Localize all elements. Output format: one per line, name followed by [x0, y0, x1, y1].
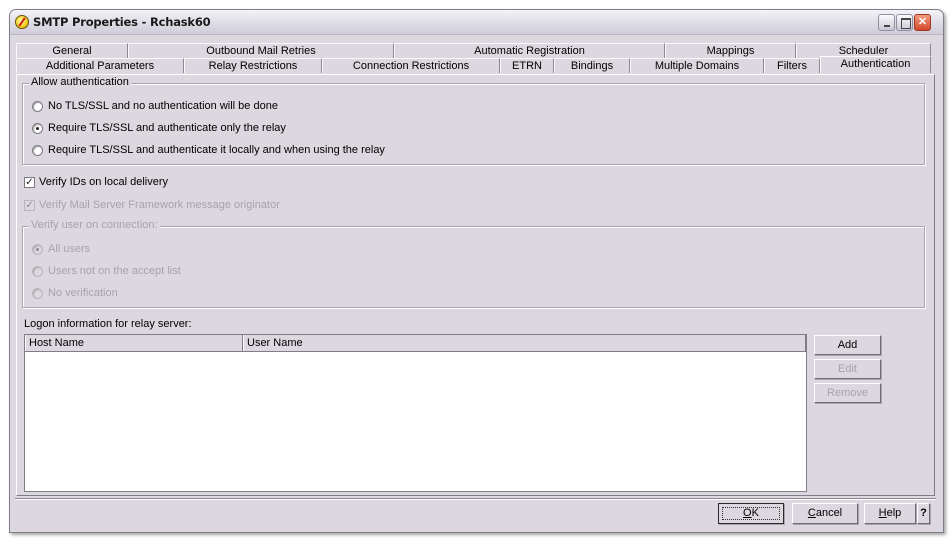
edit-button: Edit	[814, 359, 881, 379]
checkbox-checked[interactable]: ✓	[24, 176, 35, 188]
help-button[interactable]: Help	[864, 503, 916, 524]
add-button[interactable]: Add	[814, 335, 881, 355]
allow-authentication-title: Allow authentication	[29, 76, 131, 88]
tab-automatic-registration[interactable]: Automatic Registration	[394, 43, 665, 58]
column-host-name[interactable]: Host Name	[25, 335, 243, 351]
help-label-rest: elp	[886, 507, 902, 519]
checkbox-checked-disabled: ✓	[24, 199, 35, 211]
radio-button-disabled	[32, 287, 43, 299]
help-mnemonic: H	[878, 507, 887, 519]
app-icon	[15, 15, 29, 29]
radio-button-selected[interactable]	[32, 122, 43, 134]
smtp-properties-dialog: SMTP Properties - Rchask60 ✕ General Out…	[9, 9, 944, 533]
tab-authentication[interactable]: Authentication	[820, 56, 931, 73]
cancel-label-rest: ancel	[815, 507, 843, 519]
radio-no-tls[interactable]: No TLS/SSL and no authentication will be…	[32, 99, 278, 113]
verify-user-group: Verify user on connection: All users Use…	[22, 219, 925, 308]
column-user-name[interactable]: User Name	[243, 335, 806, 351]
radio-label: No verification	[48, 287, 118, 299]
tab-relay-restrictions[interactable]: Relay Restrictions	[184, 58, 322, 73]
radio-all-users: All users	[32, 242, 90, 256]
radio-no-verification: No verification	[32, 286, 118, 300]
radio-users-not-on-accept-list: Users not on the accept list	[32, 264, 181, 278]
radio-button-disabled	[32, 265, 43, 277]
radio-label: No TLS/SSL and no authentication will be…	[48, 100, 278, 112]
tab-filters[interactable]: Filters	[764, 58, 820, 73]
allow-authentication-group: Allow authentication No TLS/SSL and no a…	[22, 76, 925, 165]
checkbox-label: Verify IDs on local delivery	[39, 176, 168, 188]
title-bar[interactable]: SMTP Properties - Rchask60 ✕	[10, 10, 943, 35]
radio-label: All users	[48, 243, 91, 255]
tab-connection-restrictions[interactable]: Connection Restrictions	[322, 58, 500, 73]
radio-require-tls-local-and-relay[interactable]: Require TLS/SSL and authenticate it loca…	[32, 143, 385, 157]
close-button[interactable]: ✕	[914, 14, 931, 31]
tab-mappings[interactable]: Mappings	[665, 43, 796, 58]
tab-additional-parameters[interactable]: Additional Parameters	[16, 58, 184, 73]
footer-divider	[15, 498, 936, 500]
minimize-button[interactable]	[878, 14, 895, 31]
radio-button[interactable]	[32, 100, 43, 112]
table-header: Host Name User Name	[25, 335, 806, 352]
radio-label: Require TLS/SSL and authenticate it loca…	[48, 144, 385, 156]
remove-button: Remove	[814, 383, 881, 403]
checkbox-label: Verify Mail Server Framework message ori…	[39, 199, 280, 211]
window-title: SMTP Properties - Rchask60	[33, 15, 211, 29]
tab-general[interactable]: General	[16, 43, 128, 58]
cancel-button[interactable]: Cancel	[792, 503, 858, 524]
focus-rect	[722, 507, 780, 520]
relay-logon-table[interactable]: Host Name User Name	[24, 334, 807, 492]
verify-ids-checkbox[interactable]: ✓ Verify IDs on local delivery	[24, 175, 168, 189]
maximize-button[interactable]	[896, 14, 913, 31]
radio-button-selected-disabled	[32, 243, 43, 255]
radio-label: Require TLS/SSL and authenticate only th…	[48, 122, 286, 134]
tab-outbound-mail-retries[interactable]: Outbound Mail Retries	[128, 43, 394, 58]
tab-multiple-domains[interactable]: Multiple Domains	[630, 58, 764, 73]
radio-button[interactable]	[32, 144, 43, 156]
verify-msf-originator-checkbox: ✓ Verify Mail Server Framework message o…	[24, 198, 280, 212]
verify-user-title: Verify user on connection:	[29, 219, 160, 231]
logon-info-label: Logon information for relay server:	[24, 318, 192, 330]
ok-button[interactable]: OK	[718, 503, 784, 524]
radio-label: Users not on the accept list	[48, 265, 181, 277]
whats-this-button[interactable]: ?	[917, 503, 930, 524]
tab-bindings[interactable]: Bindings	[554, 58, 630, 73]
cancel-mnemonic: C	[807, 507, 816, 519]
tab-etrn[interactable]: ETRN	[500, 58, 554, 73]
radio-require-tls-relay-only[interactable]: Require TLS/SSL and authenticate only th…	[32, 121, 286, 135]
